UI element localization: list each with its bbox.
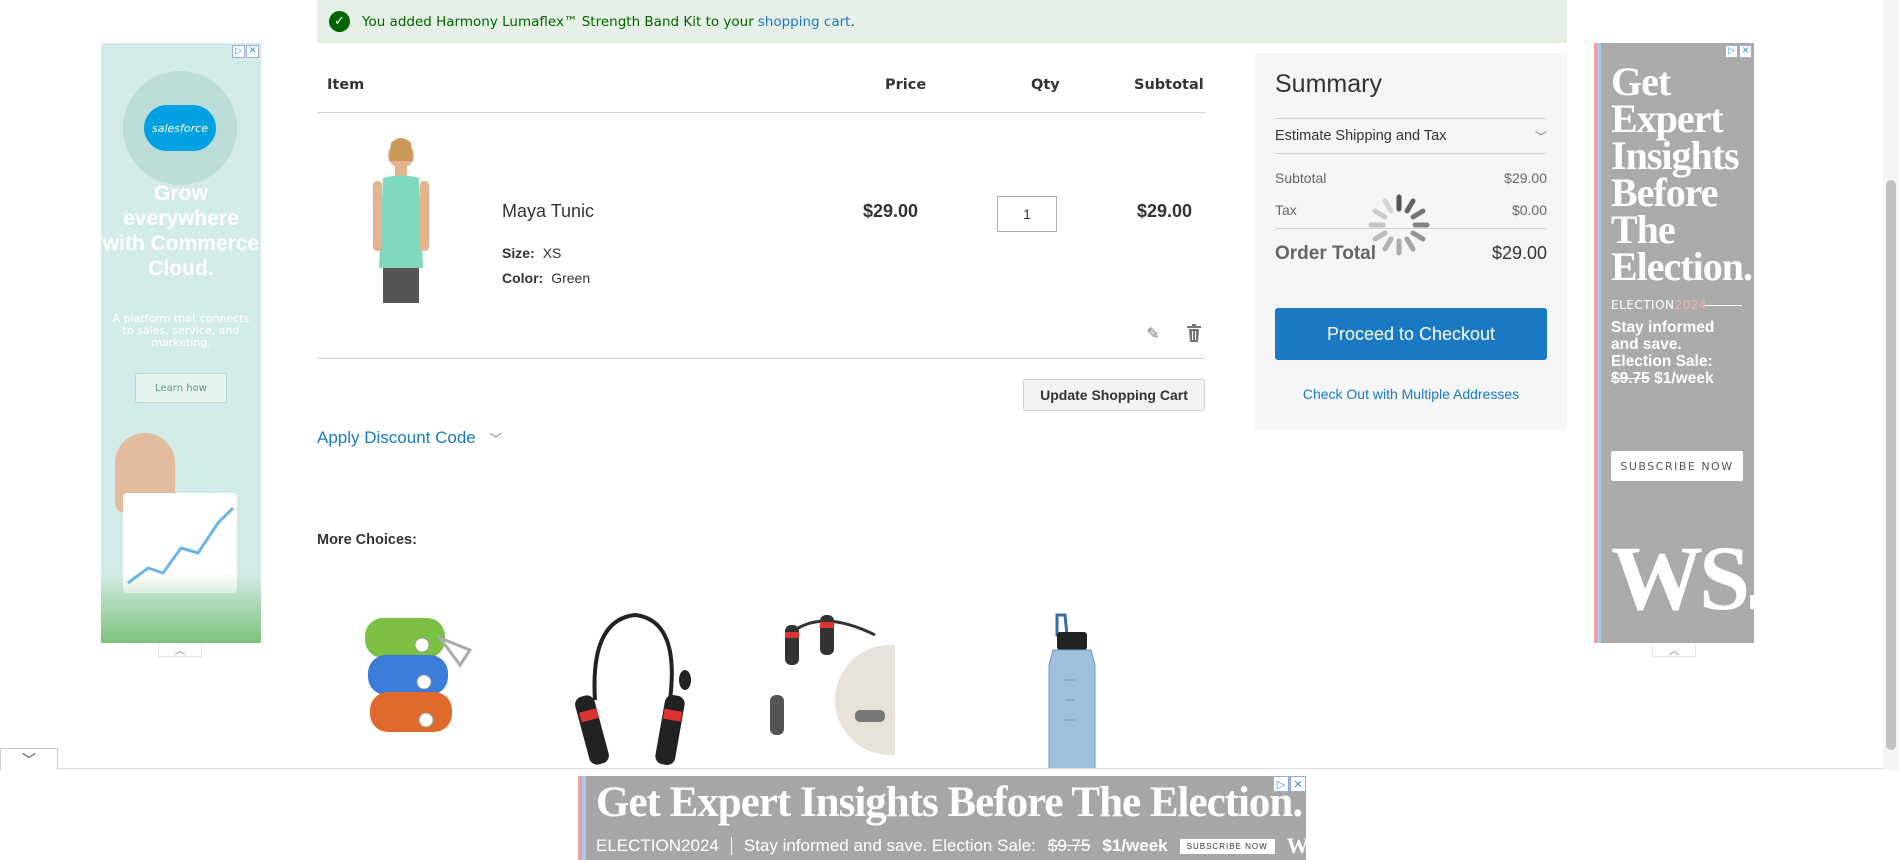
close-ad-icon[interactable]: ✕ <box>1290 776 1306 792</box>
collapse-bottom-ad-chevron-down-icon[interactable]: ﹀ <box>0 748 58 770</box>
new-price: $1/week <box>1102 836 1168 855</box>
right-ad-headline: Get Expert Insights Before The Election. <box>1611 59 1753 289</box>
wsj-logo: WSJ <box>1611 527 1754 629</box>
edit-pencil-icon[interactable]: ✎ <box>1143 323 1163 343</box>
left-ad-headline: Grow everywhere with Commerce Cloud. <box>102 182 260 280</box>
cart-item-row: Maya Tunic Size: XS Color: Green $29.00 $2… <box>317 113 1205 359</box>
bottom-ad-offer-text: Stay informed and save. Election Sale: <box>743 836 1036 855</box>
order-total-value: $29.00 <box>1491 243 1547 263</box>
option-size: Size: XS <box>502 245 561 261</box>
right-ad-wsj[interactable]: ▷ ✕ Get Expert Insights Before The Elect… <box>1594 43 1754 643</box>
option-size-label: Size: <box>502 245 535 261</box>
collapse-left-ad-chevron-up-icon[interactable]: ︿ <box>158 643 202 657</box>
ad-controls: ▷ ✕ <box>1725 45 1752 58</box>
summary-title: Summary <box>1275 70 1382 98</box>
product-thumb-jump-rope-kit[interactable] <box>765 610 895 770</box>
chevron-down-icon: ﹀ <box>489 431 502 446</box>
product-image-maya-tunic[interactable] <box>361 133 441 303</box>
apply-discount-code-toggle[interactable]: Apply Discount Code ﹀ <box>317 428 502 448</box>
price-column-header: Price <box>885 77 927 93</box>
ad-controls: ▷ ✕ <box>232 45 259 58</box>
product-thumb-yoga-strap[interactable] <box>360 610 490 770</box>
bottom-ad-wsj[interactable]: Get Expert Insights Before The Election.… <box>578 776 1306 860</box>
estimate-shipping-label: Estimate Shipping and Tax <box>1275 128 1447 144</box>
election-label-year: 2024 <box>681 836 719 855</box>
subscribe-now-button[interactable]: SUBSCRIBE NOW <box>1179 838 1275 854</box>
option-size-value: XS <box>542 245 562 261</box>
left-ad-salesforce[interactable]: ▷ ✕ salesforce Grow everywhere with Comm… <box>101 43 261 643</box>
election-label-prefix: ELECTION <box>1611 298 1675 312</box>
ad-stripe-decoration <box>578 776 586 860</box>
product-thumb-jump-rope[interactable] <box>570 610 700 770</box>
salesforce-logo: salesforce <box>144 105 216 151</box>
chevron-down-icon: ﹀ <box>1534 129 1547 144</box>
summary-tax-value: $0.00 <box>1511 202 1547 218</box>
order-summary: Summary Estimate Shipping and Tax ﹀ Subt… <box>1255 53 1567 430</box>
adchoices-icon[interactable]: ▷ <box>1725 45 1738 58</box>
bottom-ad-offer-row: ELECTION2024 Stay informed and save. Ele… <box>596 833 1306 858</box>
qty-column-header: Qty <box>1031 77 1060 93</box>
apply-discount-code-label: Apply Discount Code <box>317 428 476 447</box>
success-message-suffix: . <box>850 13 855 30</box>
option-color-label: Color: <box>502 270 544 286</box>
salesforce-logo-circle: salesforce <box>123 71 237 185</box>
learn-how-button[interactable]: Learn how <box>135 373 227 403</box>
cart-table-header: Item Price Qty Subtotal <box>317 43 1205 113</box>
cart-table: Item Price Qty Subtotal Maya Tunic Size:… <box>317 43 1205 359</box>
item-column-header: Item <box>327 77 365 93</box>
ad-stripe-decoration <box>1594 43 1601 643</box>
shopping-cart-link[interactable]: shopping cart <box>758 14 851 30</box>
wsj-logo: WSJ <box>1286 833 1306 858</box>
estimate-shipping-tax-toggle[interactable]: Estimate Shipping and Tax ﹀ <box>1275 118 1547 154</box>
new-price: $1/week <box>1654 370 1714 387</box>
product-thumb-water-bottle[interactable] <box>1035 610 1165 770</box>
ad-controls: ▷ ✕ <box>1273 776 1306 792</box>
divider <box>730 837 732 855</box>
summary-subtotal-value: $29.00 <box>1504 170 1547 186</box>
divider <box>1704 305 1742 306</box>
qty-input[interactable] <box>997 196 1057 232</box>
check-icon: ✓ <box>329 11 350 32</box>
subtotal-column-header: Subtotal <box>1134 77 1204 93</box>
right-ad-offer: Stay informed and save. Election Sale: $… <box>1611 319 1746 387</box>
leaf-decoration <box>101 573 261 643</box>
bottom-ad-headline: Get Expert Insights Before The Election. <box>596 779 1303 826</box>
proceed-to-checkout-button[interactable]: Proceed to Checkout <box>1275 308 1547 360</box>
summary-subtotal-label: Subtotal <box>1275 170 1327 186</box>
election-2024-label: ELECTION2024 <box>1611 298 1707 312</box>
order-total-label: Order Total <box>1275 243 1376 264</box>
summary-tax-label: Tax <box>1275 202 1297 218</box>
option-color: Color: Green <box>502 270 590 286</box>
option-color-value: Green <box>551 270 591 286</box>
scrollbar-thumb[interactable] <box>1886 180 1896 750</box>
item-price: $29.00 <box>863 201 919 221</box>
success-message: ✓ You added Harmony Lumaflex™ Strength B… <box>317 0 1567 43</box>
old-price: $9.75 <box>1047 836 1091 855</box>
collapse-right-ad-chevron-up-icon[interactable]: ︿ <box>1652 643 1696 657</box>
checkout-multiple-addresses-link[interactable]: Check Out with Multiple Addresses <box>1275 386 1547 402</box>
more-choices-title: More Choices: <box>317 532 417 548</box>
election-label-year: 2024 <box>1674 298 1708 312</box>
close-ad-icon[interactable]: ✕ <box>1739 45 1752 58</box>
product-name-link[interactable]: Maya Tunic <box>502 201 594 222</box>
offer-text: Stay informed and save. Election Sale: <box>1611 319 1715 370</box>
subscribe-now-button[interactable]: SUBSCRIBE NOW <box>1611 451 1743 481</box>
update-shopping-cart-button[interactable]: Update Shopping Cart <box>1023 379 1205 411</box>
success-message-text: You added Harmony Lumaflex™ Strength Ban… <box>362 13 754 30</box>
loading-spinner-icon <box>1367 193 1431 257</box>
old-price: $9.75 <box>1611 370 1650 387</box>
delete-trash-icon[interactable] <box>1184 323 1204 343</box>
adchoices-icon[interactable]: ▷ <box>1273 776 1289 792</box>
summary-subtotal-line: Subtotal $29.00 <box>1275 170 1547 186</box>
item-subtotal: $29.00 <box>1137 201 1193 221</box>
election-2024-label: ELECTION2024 <box>596 836 719 856</box>
adchoices-icon[interactable]: ▷ <box>232 45 245 58</box>
page: ✓ You added Harmony Lumaflex™ Strength B… <box>0 0 1899 860</box>
close-ad-icon[interactable]: ✕ <box>246 45 259 58</box>
left-ad-subtext: A platform that connects to sales, servi… <box>112 312 250 349</box>
page-scrollbar[interactable] <box>1883 0 1899 770</box>
election-label-prefix: ELECTION <box>596 836 682 855</box>
